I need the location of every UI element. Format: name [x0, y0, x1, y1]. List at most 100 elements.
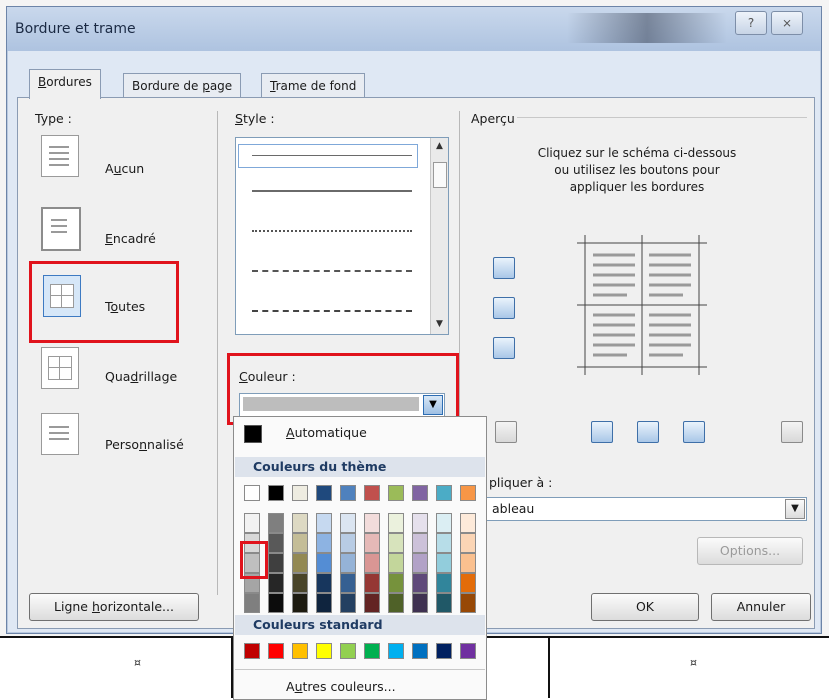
diagonal-up-border-icon[interactable]: [495, 421, 517, 443]
chevron-down-icon[interactable]: ▼: [785, 499, 805, 519]
theme-color-chip[interactable]: [292, 593, 308, 613]
standard-color-chip[interactable]: [388, 643, 404, 659]
theme-color-chip[interactable]: [364, 533, 380, 553]
standard-color-chip[interactable]: [268, 643, 284, 659]
more-colors-option[interactable]: Autres couleurs...: [286, 679, 396, 694]
theme-color-chip[interactable]: [460, 553, 476, 573]
theme-color-chip[interactable]: [460, 573, 476, 593]
standard-color-chip[interactable]: [316, 643, 332, 659]
theme-color-chip[interactable]: [292, 513, 308, 533]
bottom-border-icon[interactable]: [493, 337, 515, 359]
theme-color-chip[interactable]: [436, 593, 452, 613]
type-grid-icon[interactable]: [41, 347, 79, 389]
theme-color-chip[interactable]: [460, 533, 476, 553]
theme-color-chip[interactable]: [364, 593, 380, 613]
type-custom-label[interactable]: Personnalisé: [105, 437, 184, 452]
cancel-button[interactable]: Annuler: [711, 593, 811, 621]
standard-color-chip[interactable]: [244, 643, 260, 659]
scroll-up-icon[interactable]: ▲: [431, 138, 448, 155]
theme-color-chip[interactable]: [268, 573, 284, 593]
type-all-icon[interactable]: [43, 275, 81, 317]
theme-color-chip[interactable]: [316, 553, 332, 573]
chevron-down-icon[interactable]: ▼: [423, 395, 443, 415]
color-select[interactable]: ▼: [239, 393, 445, 417]
style-scrollbar[interactable]: ▲ ▼: [430, 138, 448, 334]
theme-color-chip[interactable]: [364, 513, 380, 533]
theme-color-chip[interactable]: [292, 573, 308, 593]
theme-color-chip[interactable]: [364, 573, 380, 593]
standard-color-chip[interactable]: [340, 643, 356, 659]
theme-color-chip[interactable]: [268, 485, 284, 501]
theme-color-chip[interactable]: [316, 513, 332, 533]
theme-color-chip[interactable]: [292, 533, 308, 553]
theme-color-chip[interactable]: [436, 485, 452, 501]
style-solid-thin[interactable]: [252, 155, 412, 156]
type-none-icon[interactable]: [41, 135, 79, 177]
top-border-icon[interactable]: [493, 257, 515, 279]
theme-color-chip[interactable]: [340, 553, 356, 573]
theme-color-chip[interactable]: [436, 533, 452, 553]
inside-horizontal-border-icon[interactable]: [493, 297, 515, 319]
theme-color-chip[interactable]: [364, 553, 380, 573]
tab-page-border[interactable]: Bordure de page: [123, 73, 242, 98]
type-custom-icon[interactable]: [41, 413, 79, 455]
horizontal-line-button[interactable]: Ligne horizontale...: [29, 593, 199, 621]
preview-diagram[interactable]: [567, 235, 717, 375]
theme-color-chip[interactable]: [316, 573, 332, 593]
type-all-label[interactable]: Toutes: [105, 299, 145, 314]
theme-color-chip[interactable]: [292, 485, 308, 501]
theme-color-chip[interactable]: [316, 533, 332, 553]
type-none-label[interactable]: Aucun: [105, 161, 144, 176]
theme-color-chip[interactable]: [460, 485, 476, 501]
automatic-color-chip[interactable]: [244, 425, 262, 443]
tab-borders[interactable]: Bordures: [29, 69, 101, 99]
standard-color-chip[interactable]: [292, 643, 308, 659]
theme-color-chip[interactable]: [340, 593, 356, 613]
theme-color-chip[interactable]: [436, 553, 452, 573]
style-dash-dot[interactable]: [252, 310, 412, 312]
options-button[interactable]: Options...: [697, 537, 803, 565]
theme-color-chip[interactable]: [268, 513, 284, 533]
automatic-color-option[interactable]: Automatique: [286, 425, 367, 440]
type-grid-label[interactable]: Quadrillage: [105, 369, 177, 384]
theme-color-chip[interactable]: [388, 533, 404, 553]
theme-color-chip[interactable]: [388, 573, 404, 593]
theme-color-chip[interactable]: [244, 593, 260, 613]
left-border-icon[interactable]: [591, 421, 613, 443]
scroll-down-icon[interactable]: ▼: [431, 316, 448, 333]
theme-color-chip[interactable]: [436, 513, 452, 533]
theme-color-chip[interactable]: [460, 513, 476, 533]
style-solid[interactable]: [252, 190, 412, 192]
style-listbox[interactable]: ▲ ▼: [235, 137, 449, 335]
theme-color-chip[interactable]: [388, 553, 404, 573]
style-dashed[interactable]: [252, 270, 412, 272]
close-button[interactable]: ⨯: [771, 11, 803, 35]
theme-color-chip[interactable]: [244, 485, 260, 501]
ok-button[interactable]: OK: [591, 593, 699, 621]
theme-color-chip[interactable]: [412, 485, 428, 501]
standard-color-chip[interactable]: [436, 643, 452, 659]
theme-color-chip[interactable]: [292, 553, 308, 573]
theme-color-chip[interactable]: [316, 593, 332, 613]
theme-color-chip[interactable]: [436, 573, 452, 593]
help-button[interactable]: ?: [735, 11, 767, 35]
standard-color-chip[interactable]: [364, 643, 380, 659]
theme-color-chip[interactable]: [268, 533, 284, 553]
theme-color-chip[interactable]: [388, 593, 404, 613]
inside-vertical-border-icon[interactable]: [637, 421, 659, 443]
scroll-thumb[interactable]: [433, 162, 447, 188]
standard-color-chip[interactable]: [460, 643, 476, 659]
theme-color-chip[interactable]: [412, 533, 428, 553]
theme-color-chip[interactable]: [340, 533, 356, 553]
theme-color-chip[interactable]: [460, 593, 476, 613]
theme-color-chip[interactable]: [268, 553, 284, 573]
standard-color-chip[interactable]: [412, 643, 428, 659]
theme-color-chip[interactable]: [316, 485, 332, 501]
diagonal-down-border-icon[interactable]: [781, 421, 803, 443]
theme-color-chip[interactable]: [412, 553, 428, 573]
tab-shading[interactable]: Trame de fond: [261, 73, 366, 98]
type-box-label[interactable]: Encadré: [105, 231, 156, 246]
right-border-icon[interactable]: [683, 421, 705, 443]
style-dotted[interactable]: [252, 230, 412, 232]
theme-color-chip[interactable]: [412, 513, 428, 533]
